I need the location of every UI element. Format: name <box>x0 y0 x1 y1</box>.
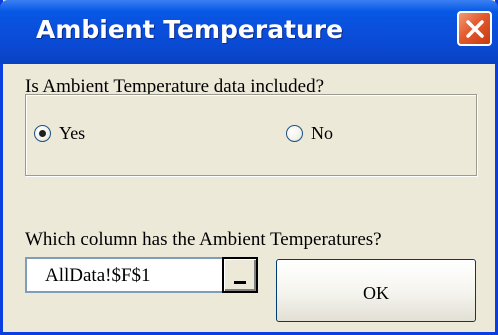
radio-yes-circle[interactable] <box>34 125 51 142</box>
ok-button[interactable]: OK <box>276 259 476 322</box>
yes-no-group-box <box>25 94 477 176</box>
radio-no-circle[interactable] <box>286 125 303 142</box>
radio-yes[interactable]: Yes <box>34 123 85 144</box>
window-title: Ambient Temperature <box>36 15 344 44</box>
radio-no-label[interactable]: No <box>311 123 333 144</box>
range-input[interactable]: AllData!$F$1 <box>25 257 253 293</box>
column-question-label: Which column has the Ambient Temperature… <box>25 229 382 250</box>
radio-no[interactable]: No <box>286 123 333 144</box>
collapse-dialog-icon <box>234 281 246 284</box>
ok-button-label: OK <box>363 283 389 303</box>
close-icon <box>465 19 485 39</box>
title-bar[interactable]: Ambient Temperature <box>0 0 498 64</box>
range-input-value[interactable]: AllData!$F$1 <box>45 265 151 287</box>
collapse-dialog-button[interactable] <box>222 257 258 293</box>
radio-yes-label[interactable]: Yes <box>59 123 85 144</box>
radio-selected-dot <box>39 130 46 137</box>
close-button[interactable] <box>457 11 492 46</box>
